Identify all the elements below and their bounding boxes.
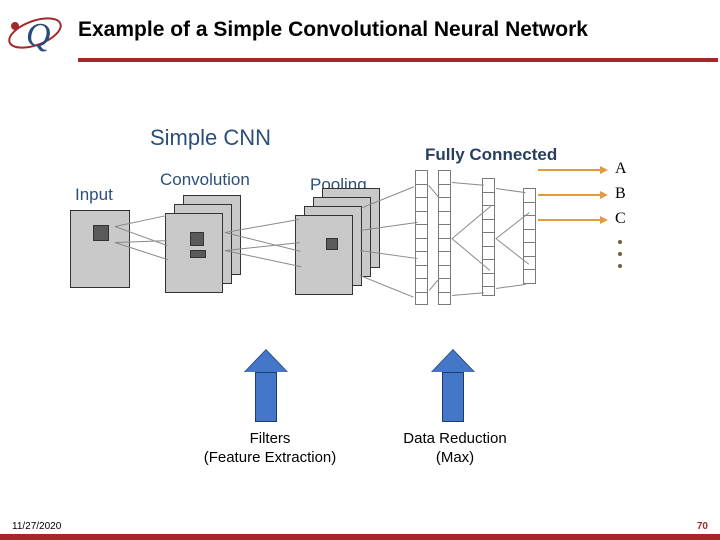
title-rule <box>78 58 718 62</box>
connector <box>496 284 526 289</box>
fc-column <box>523 188 536 284</box>
connector <box>360 275 414 298</box>
ellipsis-dot <box>618 264 622 268</box>
annotation-line: (Max) <box>380 449 530 468</box>
input-patch <box>93 225 109 241</box>
annotation-line: Data Reduction <box>380 430 530 449</box>
svg-text:Q: Q <box>26 17 51 54</box>
fc-column <box>482 178 495 296</box>
connector <box>452 292 484 296</box>
fc-column <box>415 170 428 305</box>
diagram-title: Simple CNN <box>150 125 271 151</box>
up-arrow-icon <box>245 350 287 422</box>
annotation-line: Filters <box>180 430 360 449</box>
up-arrow-icon <box>432 350 474 422</box>
output-label-b: B <box>615 185 626 203</box>
ellipsis-dot <box>618 240 622 244</box>
connector <box>496 188 526 193</box>
label-fully-connected: Fully Connected <box>425 145 557 165</box>
ellipsis-dot <box>618 252 622 256</box>
cnn-diagram: Simple CNN Input Convolution Pooling Ful… <box>70 130 670 390</box>
connector <box>452 182 484 186</box>
q-logo-icon: Q <box>4 2 66 64</box>
slide-title: Example of a Simple Convolutional Neural… <box>78 18 588 42</box>
footer-date: 11/27/2020 <box>12 521 61 532</box>
label-convolution: Convolution <box>160 170 250 190</box>
annotation-pooling: Data Reduction (Max) <box>380 430 530 468</box>
label-input: Input <box>75 185 113 205</box>
slide-header: Q Example of a Simple Convolutional Neur… <box>0 0 720 72</box>
footer-page: 70 <box>697 521 708 532</box>
fc-column <box>438 170 451 305</box>
annotation-filters: Filters (Feature Extraction) <box>180 430 360 468</box>
annotation-line: (Feature Extraction) <box>180 449 360 468</box>
input-tile <box>70 210 130 288</box>
footer-rule <box>0 534 720 540</box>
slide-footer: 11/27/2020 70 <box>0 522 720 540</box>
output-label-c: C <box>615 210 626 228</box>
output-label-a: A <box>615 160 627 178</box>
